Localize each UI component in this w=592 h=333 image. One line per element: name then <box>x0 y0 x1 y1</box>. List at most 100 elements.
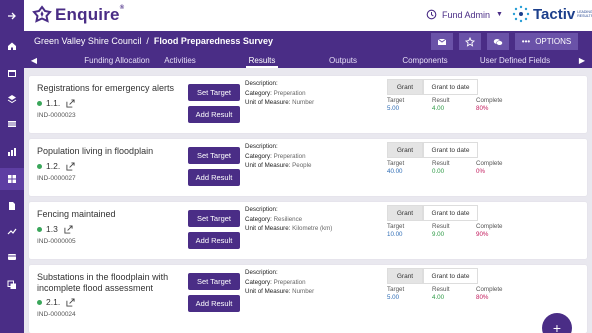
layers-icon[interactable] <box>0 88 24 110</box>
unit-value: People <box>292 162 312 169</box>
tab-results[interactable]: Results <box>246 52 278 68</box>
indicator-number-row: 1.2. <box>37 161 75 171</box>
tab-grant[interactable]: Grant <box>387 142 423 158</box>
complete-label: Complete <box>476 97 503 104</box>
edit-icon[interactable] <box>66 98 75 108</box>
trend-icon[interactable] <box>0 220 24 242</box>
result-stat: Result 4.00 <box>432 97 450 113</box>
grid-icon[interactable] <box>0 168 24 190</box>
star-icon <box>465 36 475 47</box>
grant-tabs: Grant Grant to date <box>387 205 478 221</box>
target-stat: Target 40.00 <box>387 160 404 176</box>
tab-grant[interactable]: Grant <box>387 205 423 221</box>
add-result-button[interactable]: Add Result <box>188 169 240 186</box>
chevron-down-icon: ▼ <box>496 11 503 18</box>
description-label: Description: <box>245 206 278 213</box>
edit-icon[interactable] <box>66 161 75 171</box>
set-target-button[interactable]: Set Target <box>188 84 240 101</box>
chart-icon[interactable] <box>0 141 24 163</box>
result-label: Result <box>432 286 450 293</box>
indicator-code: IND-0000024 <box>37 311 76 318</box>
grant-tabs: Grant Grant to date <box>387 79 478 95</box>
category-label: Category: <box>245 152 272 160</box>
add-result-button[interactable]: Add Result <box>188 232 240 249</box>
indicator-card: Fencing maintained 1.3 IND-0000005 Set T… <box>29 202 587 259</box>
user-menu[interactable]: Fund Admin ▼ <box>426 9 503 20</box>
edit-icon[interactable] <box>66 297 75 307</box>
indicator-meta: Description: Category: Preperation Unit … <box>245 268 314 297</box>
tab-scroll-right-icon[interactable]: ▶ <box>575 52 589 68</box>
copy-icon[interactable] <box>0 274 24 296</box>
table-icon[interactable] <box>0 113 24 135</box>
category-value: Preperation <box>273 152 306 160</box>
complete-label: Complete <box>476 286 503 293</box>
indicator-code: IND-0000027 <box>37 175 76 182</box>
indicator-name: Population living in floodplain <box>37 146 154 156</box>
tab-grant[interactable]: Grant <box>387 79 423 95</box>
tab-outputs[interactable]: Outputs <box>326 52 360 68</box>
breadcrumb-org[interactable]: Green Valley Shire Council <box>34 36 141 46</box>
complete-stat: Complete 0% <box>476 160 502 176</box>
set-target-button[interactable]: Set Target <box>188 147 240 164</box>
result-stat: Result 9.00 <box>432 223 450 239</box>
chat-button[interactable] <box>487 33 509 50</box>
target-label: Target <box>387 223 405 230</box>
calendar-icon[interactable] <box>0 62 24 84</box>
breadcrumb-separator: / <box>146 36 149 46</box>
enquire-logo[interactable]: Enquire® <box>32 5 124 25</box>
unit-label: Unit of Measure: <box>245 162 291 169</box>
unit-value: Number <box>292 99 315 106</box>
indicator-number-row: 1.1. <box>37 98 75 108</box>
tab-grant-to-date[interactable]: Grant to date <box>423 142 478 158</box>
target-label: Target <box>387 286 405 293</box>
tab-scroll-left-icon[interactable]: ◀ <box>27 52 41 68</box>
category-value: Preperation <box>273 278 306 286</box>
expand-arrow-icon[interactable] <box>0 5 24 27</box>
favourite-button[interactable] <box>459 33 481 50</box>
complete-stat: Complete 80% <box>476 286 502 302</box>
tab-user-defined-fields[interactable]: User Defined Fields <box>475 52 555 68</box>
indicator-code: IND-0000023 <box>37 112 76 119</box>
tab-grant-to-date[interactable]: Grant to date <box>423 268 478 284</box>
complete-stat: Complete 80% <box>476 97 502 113</box>
add-result-button[interactable]: Add Result <box>188 106 240 123</box>
mail-button[interactable] <box>431 33 453 50</box>
result-label: Result <box>432 97 450 104</box>
tab-funding-allocation[interactable]: Funding Allocation <box>77 52 157 68</box>
indicator-number: 1.1. <box>46 98 61 108</box>
indicator-card: Population living in floodplain 1.2. IND… <box>29 139 587 196</box>
target-label: Target <box>387 97 405 104</box>
tab-activities[interactable]: Activities <box>159 52 201 68</box>
home-icon[interactable] <box>0 35 24 57</box>
edit-icon[interactable] <box>64 224 73 234</box>
top-header: Enquire® Fund Admin ▼ Tactiv LEADING RES… <box>24 0 592 31</box>
grant-tabs: Grant Grant to date <box>387 268 478 284</box>
target-value: 5.00 <box>387 105 400 112</box>
tab-grant-to-date[interactable]: Grant to date <box>423 205 478 221</box>
card-icon[interactable] <box>0 246 24 268</box>
tactiv-text: Tactiv <box>533 5 576 23</box>
tactiv-logo-icon <box>512 5 530 23</box>
result-stat: Result 4.00 <box>432 286 450 302</box>
tactiv-subtext: LEADING RESULTS <box>577 10 592 18</box>
result-stat: Result 0.00 <box>432 160 450 176</box>
category-label: Category: <box>245 89 272 97</box>
left-nav-rail <box>0 0 24 333</box>
document-icon[interactable] <box>0 195 24 217</box>
unit-label: Unit of Measure: <box>245 99 291 106</box>
category-value: Preperation <box>273 89 306 97</box>
options-button[interactable]: ••• OPTIONS <box>515 33 578 50</box>
tab-components[interactable]: Components <box>399 52 451 68</box>
options-label: OPTIONS <box>535 37 572 46</box>
set-target-button[interactable]: Set Target <box>188 210 240 227</box>
unit-label: Unit of Measure: <box>245 225 291 232</box>
result-value: 9.00 <box>432 231 445 238</box>
add-result-button[interactable]: Add Result <box>188 295 240 312</box>
tab-grant-to-date[interactable]: Grant to date <box>423 79 478 95</box>
tab-grant[interactable]: Grant <box>387 268 423 284</box>
set-target-button[interactable]: Set Target <box>188 273 240 290</box>
result-label: Result <box>432 223 450 230</box>
description-label: Description: <box>245 143 278 150</box>
target-stat: Target 5.00 <box>387 286 404 302</box>
unit-label: Unit of Measure: <box>245 288 291 295</box>
